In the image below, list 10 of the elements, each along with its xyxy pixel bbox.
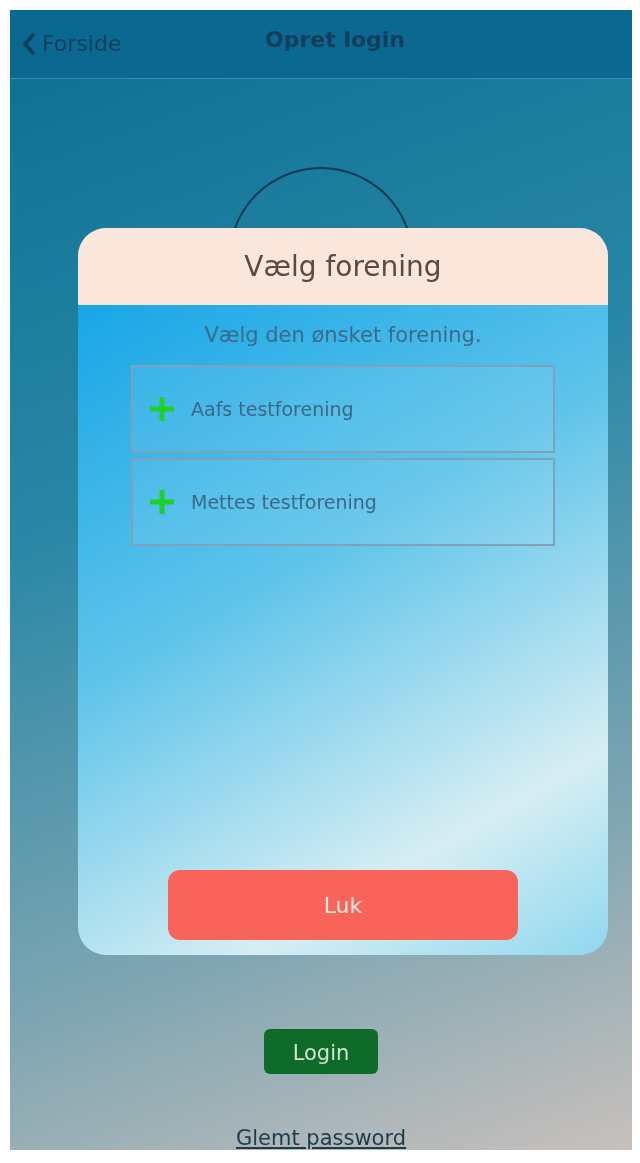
dialog-title: Vælg forening (244, 250, 442, 283)
association-item[interactable]: Mettes testforening (131, 458, 555, 546)
dialog-subtitle: Vælg den ønsket forening. (204, 323, 482, 347)
plus-icon (149, 396, 175, 422)
close-button[interactable]: Luk (168, 870, 518, 940)
plus-icon (149, 489, 175, 515)
forgot-password-link[interactable]: Glemt password (235, 1126, 407, 1150)
login-button[interactable]: Login (264, 1028, 378, 1074)
association-item[interactable]: Aafs testforening (131, 365, 555, 453)
chevron-left-icon (22, 31, 36, 56)
